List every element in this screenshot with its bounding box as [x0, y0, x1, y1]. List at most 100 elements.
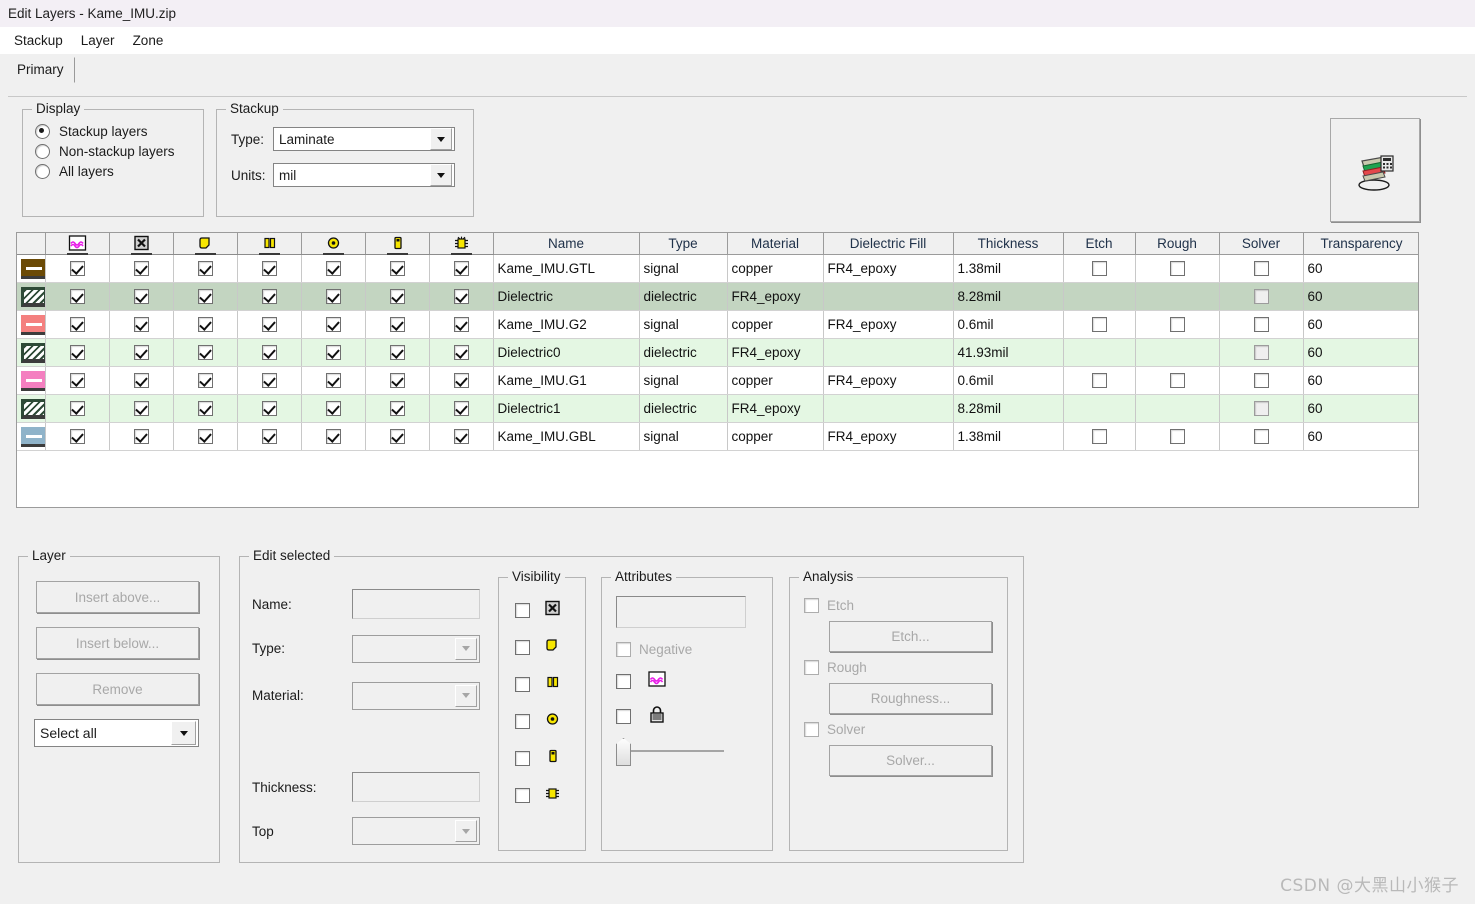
layer-material-cell[interactable]: FR4_epoxy: [727, 338, 824, 367]
chevron-down-icon[interactable]: [171, 721, 196, 745]
layer-material-cell[interactable]: copper: [727, 422, 824, 451]
row-visibility-checkbox[interactable]: [261, 429, 277, 444]
solver-checkbox[interactable]: [1253, 373, 1269, 388]
etch-checkbox[interactable]: [1091, 373, 1107, 388]
row-visibility-cell-1[interactable]: [109, 394, 174, 423]
visibility-checkbox[interactable]: [515, 713, 530, 729]
row-visibility-cell-2[interactable]: [173, 422, 238, 451]
layer-dielectric-fill-cell[interactable]: [823, 282, 954, 311]
row-visibility-cell-4[interactable]: [301, 366, 366, 395]
row-visibility-cell-3[interactable]: [237, 310, 302, 339]
layer-dielectric-fill-cell[interactable]: [823, 394, 954, 423]
layer-dielectric-fill-cell[interactable]: FR4_epoxy: [823, 310, 954, 339]
solver-checkbox[interactable]: [1253, 261, 1269, 276]
transparency-cell[interactable]: 60: [1303, 366, 1418, 395]
visibility-row-4[interactable]: [515, 748, 585, 768]
etch-button[interactable]: Etch...: [829, 621, 992, 652]
col-icon-component[interactable]: [429, 233, 494, 255]
negative-checkbox[interactable]: [616, 642, 631, 657]
row-visibility-cell-0[interactable]: [45, 282, 110, 311]
transparency-cell[interactable]: 60: [1303, 394, 1418, 423]
row-visibility-checkbox[interactable]: [453, 373, 469, 388]
insert-above-button[interactable]: Insert above...: [36, 581, 199, 613]
attributes-color-field[interactable]: [616, 596, 746, 628]
menu-item-stackup[interactable]: Stackup: [5, 30, 72, 51]
layer-name-cell[interactable]: Kame_IMU.GTL: [493, 254, 640, 283]
solver-cell[interactable]: [1219, 310, 1304, 339]
row-visibility-cell-6[interactable]: [429, 338, 494, 367]
row-visibility-cell-0[interactable]: [45, 254, 110, 283]
row-visibility-cell-4[interactable]: [301, 422, 366, 451]
row-visibility-cell-2[interactable]: [173, 394, 238, 423]
row-visibility-checkbox[interactable]: [69, 345, 85, 360]
etch-checkbox[interactable]: [1091, 261, 1107, 276]
transparency-cell[interactable]: 60: [1303, 422, 1418, 451]
row-visibility-cell-2[interactable]: [173, 254, 238, 283]
layer-select-combo[interactable]: Select all: [34, 719, 199, 747]
layer-material-cell[interactable]: FR4_epoxy: [727, 282, 824, 311]
row-visibility-checkbox[interactable]: [197, 345, 213, 360]
layer-color-swatch-cell[interactable]: [17, 422, 46, 451]
chevron-down-icon[interactable]: [455, 637, 477, 660]
row-visibility-cell-6[interactable]: [429, 282, 494, 311]
layer-name-cell[interactable]: Kame_IMU.G1: [493, 366, 640, 395]
row-visibility-cell-1[interactable]: [109, 422, 174, 451]
etch-checkbox[interactable]: [1091, 429, 1107, 444]
row-visibility-checkbox[interactable]: [325, 289, 341, 304]
layer-color-swatch-cell[interactable]: [17, 254, 46, 283]
edit-name-field[interactable]: [352, 589, 480, 619]
visibility-row-5[interactable]: [515, 785, 585, 805]
layer-type-cell[interactable]: dielectric: [639, 282, 728, 311]
row-visibility-checkbox[interactable]: [325, 345, 341, 360]
row-visibility-checkbox[interactable]: [261, 261, 277, 276]
roughness-button[interactable]: Roughness...: [829, 683, 992, 714]
col-dielectric-fill[interactable]: Dielectric Fill: [823, 233, 954, 255]
col-rough[interactable]: Rough: [1135, 233, 1220, 255]
layer-dielectric-fill-cell[interactable]: FR4_epoxy: [823, 254, 954, 283]
solver-cell[interactable]: [1219, 366, 1304, 395]
radio-all-layers[interactable]: All layers: [35, 164, 203, 179]
row-visibility-checkbox[interactable]: [133, 289, 149, 304]
visibility-checkbox[interactable]: [515, 639, 530, 655]
chevron-down-icon[interactable]: [455, 684, 477, 707]
visibility-row-1[interactable]: [515, 637, 585, 657]
row-visibility-checkbox[interactable]: [389, 401, 405, 416]
row-visibility-cell-1[interactable]: [109, 366, 174, 395]
solver-cell[interactable]: [1219, 422, 1304, 451]
hatch-fill-checkbox[interactable]: [616, 673, 631, 689]
solver-checkbox[interactable]: [1253, 401, 1269, 416]
edit-material-combo[interactable]: [352, 681, 480, 710]
row-visibility-checkbox[interactable]: [261, 289, 277, 304]
row-visibility-cell-5[interactable]: [365, 310, 430, 339]
visibility-row-3[interactable]: [515, 711, 585, 731]
row-visibility-checkbox[interactable]: [453, 429, 469, 444]
row-visibility-cell-0[interactable]: [45, 394, 110, 423]
row-visibility-checkbox[interactable]: [453, 317, 469, 332]
layer-name-cell[interactable]: Dielectric1: [493, 394, 640, 423]
row-visibility-checkbox[interactable]: [453, 289, 469, 304]
solver-checkbox[interactable]: [804, 722, 819, 737]
col-material[interactable]: Material: [727, 233, 824, 255]
row-visibility-cell-4[interactable]: [301, 310, 366, 339]
layer-type-cell[interactable]: signal: [639, 366, 728, 395]
layer-type-cell[interactable]: signal: [639, 254, 728, 283]
lock-checkbox[interactable]: [616, 708, 631, 724]
layer-dielectric-fill-cell[interactable]: [823, 338, 954, 367]
etch-cell[interactable]: [1063, 310, 1136, 339]
row-visibility-cell-3[interactable]: [237, 282, 302, 311]
solver-button[interactable]: Solver...: [829, 745, 992, 776]
table-row[interactable]: Kame_IMU.GTL signal copper FR4_epoxy 1.38mil…: [17, 254, 1418, 283]
col-name[interactable]: Name: [493, 233, 640, 255]
row-visibility-cell-2[interactable]: [173, 366, 238, 395]
layer-color-swatch-cell[interactable]: [17, 366, 46, 395]
solver-checkbox[interactable]: [1253, 289, 1269, 304]
col-type[interactable]: Type: [639, 233, 728, 255]
solver-checkbox[interactable]: [1253, 429, 1269, 444]
row-visibility-checkbox[interactable]: [133, 345, 149, 360]
layer-thickness-cell[interactable]: 41.93mil: [953, 338, 1064, 367]
transparency-cell[interactable]: 60: [1303, 338, 1418, 367]
row-visibility-checkbox[interactable]: [453, 345, 469, 360]
rough-checkbox[interactable]: [1169, 317, 1185, 332]
col-icon-negative[interactable]: [109, 233, 174, 255]
row-visibility-cell-4[interactable]: [301, 394, 366, 423]
